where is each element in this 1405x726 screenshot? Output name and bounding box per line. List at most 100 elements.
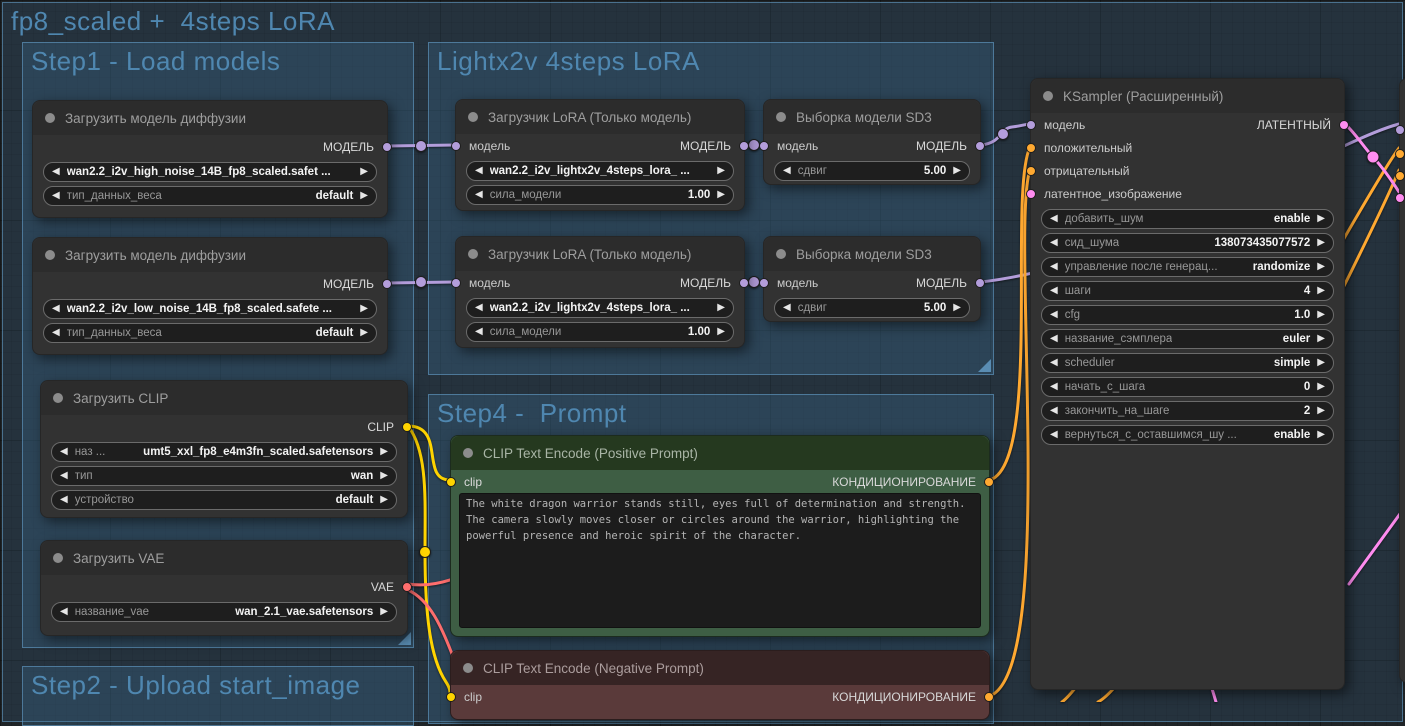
- combo-left-arrow-icon[interactable]: ◀: [60, 607, 68, 617]
- widget-add-noise[interactable]: ◀ добавить_шум enable ▶: [1041, 209, 1334, 229]
- combo-left-arrow-icon[interactable]: ◀: [1050, 238, 1058, 248]
- combo-left-arrow-icon[interactable]: ◀: [60, 447, 68, 457]
- widget-weight-dtype[interactable]: ◀ тип_данных_веса default ▶: [43, 323, 377, 343]
- collapse-dot-icon[interactable]: [53, 553, 63, 563]
- combo-right-arrow-icon[interactable]: ▶: [360, 328, 368, 338]
- collapse-dot-icon[interactable]: [45, 113, 55, 123]
- latent-input-port[interactable]: [1395, 193, 1405, 203]
- model-output-port[interactable]: [975, 141, 985, 151]
- latent-output-port[interactable]: [1339, 120, 1349, 130]
- positive-input-port[interactable]: [1026, 143, 1036, 153]
- combo-right-arrow-icon[interactable]: ▶: [1317, 334, 1325, 344]
- model-output-port[interactable]: [975, 278, 985, 288]
- combo-left-arrow-icon[interactable]: ◀: [783, 303, 791, 313]
- model-input-port[interactable]: [451, 278, 461, 288]
- collapse-dot-icon[interactable]: [468, 112, 478, 122]
- group-workflow-title[interactable]: fp8_scaled + 4steps LoRA: [11, 6, 335, 37]
- widget-shift[interactable]: ◀ сдвиг 5.00 ▶: [774, 298, 970, 318]
- node-offscreen-right[interactable]: [1399, 78, 1405, 683]
- node-title-bar[interactable]: Загрузить VAE: [41, 541, 407, 575]
- widget-weight-dtype[interactable]: ◀ тип_данных_веса default ▶: [43, 186, 377, 206]
- combo-right-arrow-icon[interactable]: ▶: [717, 190, 725, 200]
- collapse-dot-icon[interactable]: [776, 112, 786, 122]
- comfyui-canvas[interactable]: { "canvas": {"title": "fp8_scaled + 4ste…: [0, 0, 1405, 702]
- combo-left-arrow-icon[interactable]: ◀: [783, 166, 791, 176]
- widget-strength-model[interactable]: ◀ сила_модели 1.00 ▶: [466, 185, 734, 205]
- conditioning-output-port[interactable]: [984, 477, 994, 487]
- model-input-port[interactable]: [1026, 120, 1036, 130]
- combo-left-arrow-icon[interactable]: ◀: [475, 190, 483, 200]
- widget-clip-type[interactable]: ◀ тип wan ▶: [51, 466, 397, 486]
- conditioning-output-port[interactable]: [984, 692, 994, 702]
- widget-control-after-generate[interactable]: ◀ управление после генерац... randomize …: [1041, 257, 1334, 277]
- combo-right-arrow-icon[interactable]: ▶: [1317, 406, 1325, 416]
- node-load-diffusion-model-low[interactable]: Загрузить модель диффузии МОДЕЛЬ ◀ wan2.…: [32, 237, 388, 355]
- clip-input-port[interactable]: [446, 692, 456, 702]
- node-title-bar[interactable]: Загрузчик LoRA (Только модель): [456, 237, 744, 271]
- combo-right-arrow-icon[interactable]: ▶: [380, 495, 388, 505]
- clip-output-port[interactable]: [402, 422, 412, 432]
- group-step4-title[interactable]: Step4 - Prompt: [437, 398, 627, 429]
- widget-shift[interactable]: ◀ сдвиг 5.00 ▶: [774, 161, 970, 181]
- node-load-diffusion-model-high[interactable]: Загрузить модель диффузии МОДЕЛЬ ◀ wan2.…: [32, 100, 388, 218]
- combo-right-arrow-icon[interactable]: ▶: [1317, 262, 1325, 272]
- node-title-bar[interactable]: CLIP Text Encode (Positive Prompt): [451, 436, 989, 470]
- combo-left-arrow-icon[interactable]: ◀: [1050, 286, 1058, 296]
- node-ksampler-advanced[interactable]: KSampler (Расширенный) модель ЛАТЕНТНЫЙ …: [1030, 78, 1345, 690]
- vae-output-port[interactable]: [402, 582, 412, 592]
- combo-left-arrow-icon[interactable]: ◀: [52, 191, 60, 201]
- combo-right-arrow-icon[interactable]: ▶: [717, 327, 725, 337]
- node-load-clip[interactable]: Загрузить CLIP CLIP ◀ наз ... umt5_xxl_f…: [40, 380, 408, 518]
- group-step2-title[interactable]: Step2 - Upload start_image: [31, 670, 361, 701]
- collapse-dot-icon[interactable]: [468, 249, 478, 259]
- model-input-port[interactable]: [759, 141, 769, 151]
- model-output-port[interactable]: [739, 278, 749, 288]
- combo-right-arrow-icon[interactable]: ▶: [1317, 358, 1325, 368]
- node-clip-text-encode-positive[interactable]: CLIP Text Encode (Positive Prompt) clip …: [450, 435, 990, 637]
- model-input-port[interactable]: [451, 141, 461, 151]
- collapse-dot-icon[interactable]: [463, 448, 473, 458]
- combo-right-arrow-icon[interactable]: ▶: [380, 447, 388, 457]
- combo-left-arrow-icon[interactable]: ◀: [1050, 358, 1058, 368]
- widget-steps[interactable]: ◀ шаги 4 ▶: [1041, 281, 1334, 301]
- positive-input-port[interactable]: [1395, 149, 1405, 159]
- combo-right-arrow-icon[interactable]: ▶: [717, 303, 725, 313]
- node-lora-loader-high[interactable]: Загрузчик LoRA (Только модель) модель МО…: [455, 99, 745, 211]
- widget-strength-model[interactable]: ◀ сила_модели 1.00 ▶: [466, 322, 734, 342]
- combo-left-arrow-icon[interactable]: ◀: [60, 495, 68, 505]
- node-model-sampling-sd3-high[interactable]: Выборка модели SD3 модель МОДЕЛЬ ◀ сдвиг…: [763, 99, 981, 185]
- combo-left-arrow-icon[interactable]: ◀: [52, 167, 60, 177]
- collapse-dot-icon[interactable]: [45, 250, 55, 260]
- widget-vae-name[interactable]: ◀ название_vae wan_2.1_vae.safetensors ▶: [51, 602, 397, 622]
- combo-right-arrow-icon[interactable]: ▶: [1317, 286, 1325, 296]
- combo-left-arrow-icon[interactable]: ◀: [1050, 310, 1058, 320]
- combo-right-arrow-icon[interactable]: ▶: [1317, 382, 1325, 392]
- model-output-port[interactable]: [382, 279, 392, 289]
- combo-left-arrow-icon[interactable]: ◀: [1050, 214, 1058, 224]
- widget-unet-name[interactable]: ◀ wan2.2_i2v_high_noise_14B_fp8_scaled.s…: [43, 162, 377, 182]
- widget-lora-name[interactable]: ◀ wan2.2_i2v_lightx2v_4steps_lora_ ... ▶: [466, 298, 734, 318]
- widget-sampler-name[interactable]: ◀ название_сэмплера euler ▶: [1041, 329, 1334, 349]
- negative-input-port[interactable]: [1026, 166, 1036, 176]
- group-step1-title[interactable]: Step1 - Load models: [31, 46, 280, 77]
- model-output-port[interactable]: [739, 141, 749, 151]
- combo-left-arrow-icon[interactable]: ◀: [475, 166, 483, 176]
- node-title-bar[interactable]: Загрузить модель диффузии: [33, 101, 387, 135]
- collapse-dot-icon[interactable]: [776, 249, 786, 259]
- group-lightx2v-title[interactable]: Lightx2v 4steps LoRA: [437, 46, 700, 77]
- model-output-port[interactable]: [382, 142, 392, 152]
- widget-start-at-step[interactable]: ◀ начать_с_шага 0 ▶: [1041, 377, 1334, 397]
- combo-right-arrow-icon[interactable]: ▶: [1317, 310, 1325, 320]
- node-model-sampling-sd3-low[interactable]: Выборка модели SD3 модель МОДЕЛЬ ◀ сдвиг…: [763, 236, 981, 322]
- combo-left-arrow-icon[interactable]: ◀: [1050, 262, 1058, 272]
- widget-device[interactable]: ◀ устройство default ▶: [51, 490, 397, 510]
- node-title-bar[interactable]: Загрузчик LoRA (Только модель): [456, 100, 744, 134]
- combo-left-arrow-icon[interactable]: ◀: [475, 327, 483, 337]
- combo-right-arrow-icon[interactable]: ▶: [1317, 238, 1325, 248]
- combo-right-arrow-icon[interactable]: ▶: [360, 167, 368, 177]
- combo-right-arrow-icon[interactable]: ▶: [1317, 430, 1325, 440]
- combo-right-arrow-icon[interactable]: ▶: [953, 303, 961, 313]
- combo-left-arrow-icon[interactable]: ◀: [60, 471, 68, 481]
- combo-right-arrow-icon[interactable]: ▶: [953, 166, 961, 176]
- combo-right-arrow-icon[interactable]: ▶: [717, 166, 725, 176]
